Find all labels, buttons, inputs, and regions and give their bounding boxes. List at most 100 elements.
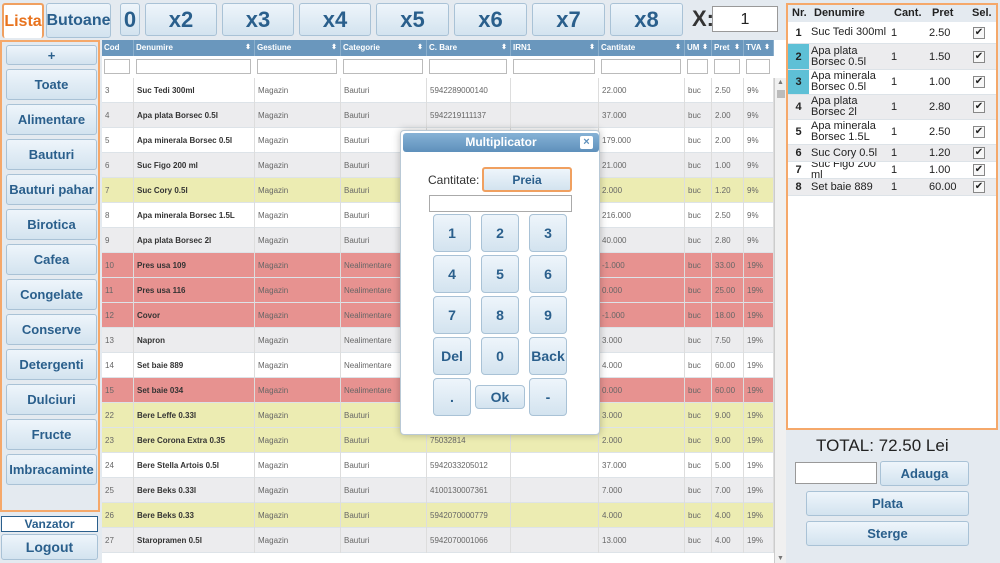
multiplier-x3-button[interactable]: x3 bbox=[222, 3, 294, 36]
filter-pret-input[interactable] bbox=[714, 59, 740, 74]
filter-cbare-input[interactable] bbox=[429, 59, 507, 74]
filter-categorie-input[interactable] bbox=[343, 59, 423, 74]
receipt-row[interactable]: 2 Apa plata Borsec 0.5l 1 1.50 ✔ bbox=[788, 44, 996, 70]
filter-um-input[interactable] bbox=[687, 59, 708, 74]
adauga-button[interactable]: Adauga bbox=[880, 461, 969, 486]
scroll-down-icon[interactable]: ▼ bbox=[777, 555, 784, 562]
sort-icon[interactable]: ⬍ bbox=[417, 40, 423, 56]
key-minus-button[interactable]: - bbox=[529, 378, 567, 416]
grid-col-tva[interactable]: TVA ⬍ bbox=[744, 40, 774, 56]
x-multiplier-input[interactable]: 1 bbox=[712, 6, 778, 32]
grid-col-cbare[interactable]: C. Bare ⬍ bbox=[427, 40, 511, 56]
key-1-button[interactable]: 1 bbox=[433, 214, 471, 252]
sort-icon[interactable]: ⬍ bbox=[245, 40, 251, 56]
grid-col-pret[interactable]: Pret ⬍ bbox=[712, 40, 744, 56]
plata-button[interactable]: Plata bbox=[806, 491, 969, 516]
sort-icon[interactable]: ⬍ bbox=[734, 40, 740, 56]
receipt-row[interactable]: 8 Set baie 889 1 60.00 ✔ bbox=[788, 179, 996, 196]
grid-col-um[interactable]: UM ⬍ bbox=[685, 40, 712, 56]
category-congelate-button[interactable]: Congelate bbox=[6, 279, 97, 310]
grid-col-cod[interactable]: Cod bbox=[102, 40, 134, 56]
category-detergenti-button[interactable]: Detergenti bbox=[6, 349, 97, 380]
multiplier-x2-button[interactable]: x2 bbox=[145, 3, 217, 36]
receipt-row[interactable]: 3 Apa minerala Borsec 0.5l 1 1.00 ✔ bbox=[788, 70, 996, 95]
receipt-row[interactable]: 5 Apa minerala Borsec 1.5L 1 2.50 ✔ bbox=[788, 120, 996, 145]
add-category-button[interactable]: + bbox=[6, 45, 97, 65]
cantitate-input[interactable] bbox=[429, 195, 572, 212]
sel-checkbox[interactable]: ✔ bbox=[973, 147, 985, 159]
sel-checkbox[interactable]: ✔ bbox=[973, 181, 985, 193]
sel-checkbox[interactable]: ✔ bbox=[973, 26, 985, 39]
key-ok-button[interactable]: Ok bbox=[475, 385, 525, 409]
key-4-button[interactable]: 4 bbox=[433, 255, 471, 293]
multiplier-x5-button[interactable]: x5 bbox=[376, 3, 449, 36]
sel-checkbox[interactable]: ✔ bbox=[973, 50, 985, 63]
filter-gestiune-input[interactable] bbox=[257, 59, 337, 74]
grid-col-irn1[interactable]: IRN1 ⬍ bbox=[511, 40, 599, 56]
receipt-row[interactable]: 6 Suc Cory 0.5l 1 1.20 ✔ bbox=[788, 145, 996, 162]
category-dulciuri-button[interactable]: Dulciuri bbox=[6, 384, 97, 415]
preia-button[interactable]: Preia bbox=[482, 167, 572, 192]
vanzator-label[interactable]: Vanzator bbox=[1, 516, 98, 532]
grid-col-categorie[interactable]: Categorie ⬍ bbox=[341, 40, 427, 56]
key-8-button[interactable]: 8 bbox=[481, 296, 519, 334]
receipt-row[interactable]: 4 Apa plata Borsec 2l 1 2.80 ✔ bbox=[788, 95, 996, 120]
filter-tva-input[interactable] bbox=[746, 59, 770, 74]
key-6-button[interactable]: 6 bbox=[529, 255, 567, 293]
table-row[interactable]: 25 Bere Beks 0.33l Magazin Bauturi 410013000… bbox=[102, 478, 774, 503]
key-back-button[interactable]: Back bbox=[529, 337, 567, 375]
table-row[interactable]: 4 Apa plata Borsec 0.5l Magazin Bauturi 5942… bbox=[102, 103, 774, 128]
grid-scrollbar[interactable]: ▲ ▼ bbox=[774, 78, 786, 563]
sel-checkbox[interactable]: ✔ bbox=[973, 101, 985, 113]
category-cafea-button[interactable]: Cafea bbox=[6, 244, 97, 275]
table-row[interactable]: 27 Staropramen 0.5l Magazin Bauturi 59420700… bbox=[102, 528, 774, 553]
table-row[interactable]: 24 Bere Stella Artois 0.5l Magazin Bauturi 5… bbox=[102, 453, 774, 478]
key-del-button[interactable]: Del bbox=[433, 337, 471, 375]
multiplier-x7-button[interactable]: x7 bbox=[532, 3, 605, 36]
sort-icon[interactable]: ⬍ bbox=[331, 40, 337, 56]
multiplier-x6-button[interactable]: x6 bbox=[454, 3, 527, 36]
multiplier-x4-button[interactable]: x4 bbox=[299, 3, 371, 36]
category-alimentare-button[interactable]: Alimentare bbox=[6, 104, 97, 135]
sort-icon[interactable]: ⬍ bbox=[589, 40, 595, 56]
category-toate-button[interactable]: Toate bbox=[6, 69, 97, 100]
scroll-up-icon[interactable]: ▲ bbox=[777, 79, 784, 86]
sterge-button[interactable]: Sterge bbox=[806, 521, 969, 546]
sel-checkbox[interactable]: ✔ bbox=[973, 76, 985, 88]
close-icon[interactable]: × bbox=[580, 136, 593, 149]
table-row[interactable]: 3 Suc Tedi 300ml Magazin Bauturi 59422890001… bbox=[102, 78, 774, 103]
receipt-row[interactable]: 7 Suc Figo 200 ml 1 1.00 ✔ bbox=[788, 162, 996, 179]
filter-irn1-input[interactable] bbox=[513, 59, 595, 74]
sel-checkbox[interactable]: ✔ bbox=[973, 164, 985, 176]
receipt-row[interactable]: 1 Suc Tedi 300ml 1 2.50 ✔ bbox=[788, 22, 996, 44]
scroll-thumb[interactable] bbox=[777, 90, 785, 98]
category-bauturi-button[interactable]: Bauturi bbox=[6, 139, 97, 170]
multiplier-0-button[interactable]: 0 bbox=[120, 3, 140, 36]
multiplier-x8-button[interactable]: x8 bbox=[610, 3, 683, 36]
grid-col-gestiune[interactable]: Gestiune ⬍ bbox=[255, 40, 341, 56]
key-7-button[interactable]: 7 bbox=[433, 296, 471, 334]
sort-icon[interactable]: ⬍ bbox=[675, 40, 681, 56]
category-fructe-button[interactable]: Fructe bbox=[6, 419, 97, 450]
sort-icon[interactable]: ⬍ bbox=[764, 40, 770, 56]
sort-icon[interactable]: ⬍ bbox=[501, 40, 507, 56]
filter-denumire-input[interactable] bbox=[136, 59, 251, 74]
grid-col-cantitate[interactable]: Cantitate ⬍ bbox=[599, 40, 685, 56]
tab-lista[interactable]: Lista bbox=[2, 3, 44, 38]
category-bauturi-pahar-button[interactable]: Bauturi pahar bbox=[6, 174, 97, 205]
category-conserve-button[interactable]: Conserve bbox=[6, 314, 97, 345]
amount-input[interactable] bbox=[795, 462, 877, 484]
filter-cantitate-input[interactable] bbox=[601, 59, 681, 74]
grid-col-denumire[interactable]: Denumire ⬍ bbox=[134, 40, 255, 56]
key-3-button[interactable]: 3 bbox=[529, 214, 567, 252]
filter-cod-input[interactable] bbox=[104, 59, 130, 74]
sort-icon[interactable]: ⬍ bbox=[702, 40, 708, 56]
key-9-button[interactable]: 9 bbox=[529, 296, 567, 334]
key-dot-button[interactable]: . bbox=[433, 378, 471, 416]
key-5-button[interactable]: 5 bbox=[481, 255, 519, 293]
key-2-button[interactable]: 2 bbox=[481, 214, 519, 252]
logout-button[interactable]: Logout bbox=[1, 534, 98, 560]
category-imbracaminte-button[interactable]: Imbracaminte bbox=[6, 454, 97, 485]
tab-butoane[interactable]: Butoane bbox=[46, 3, 111, 38]
key-0-button[interactable]: 0 bbox=[481, 337, 519, 375]
